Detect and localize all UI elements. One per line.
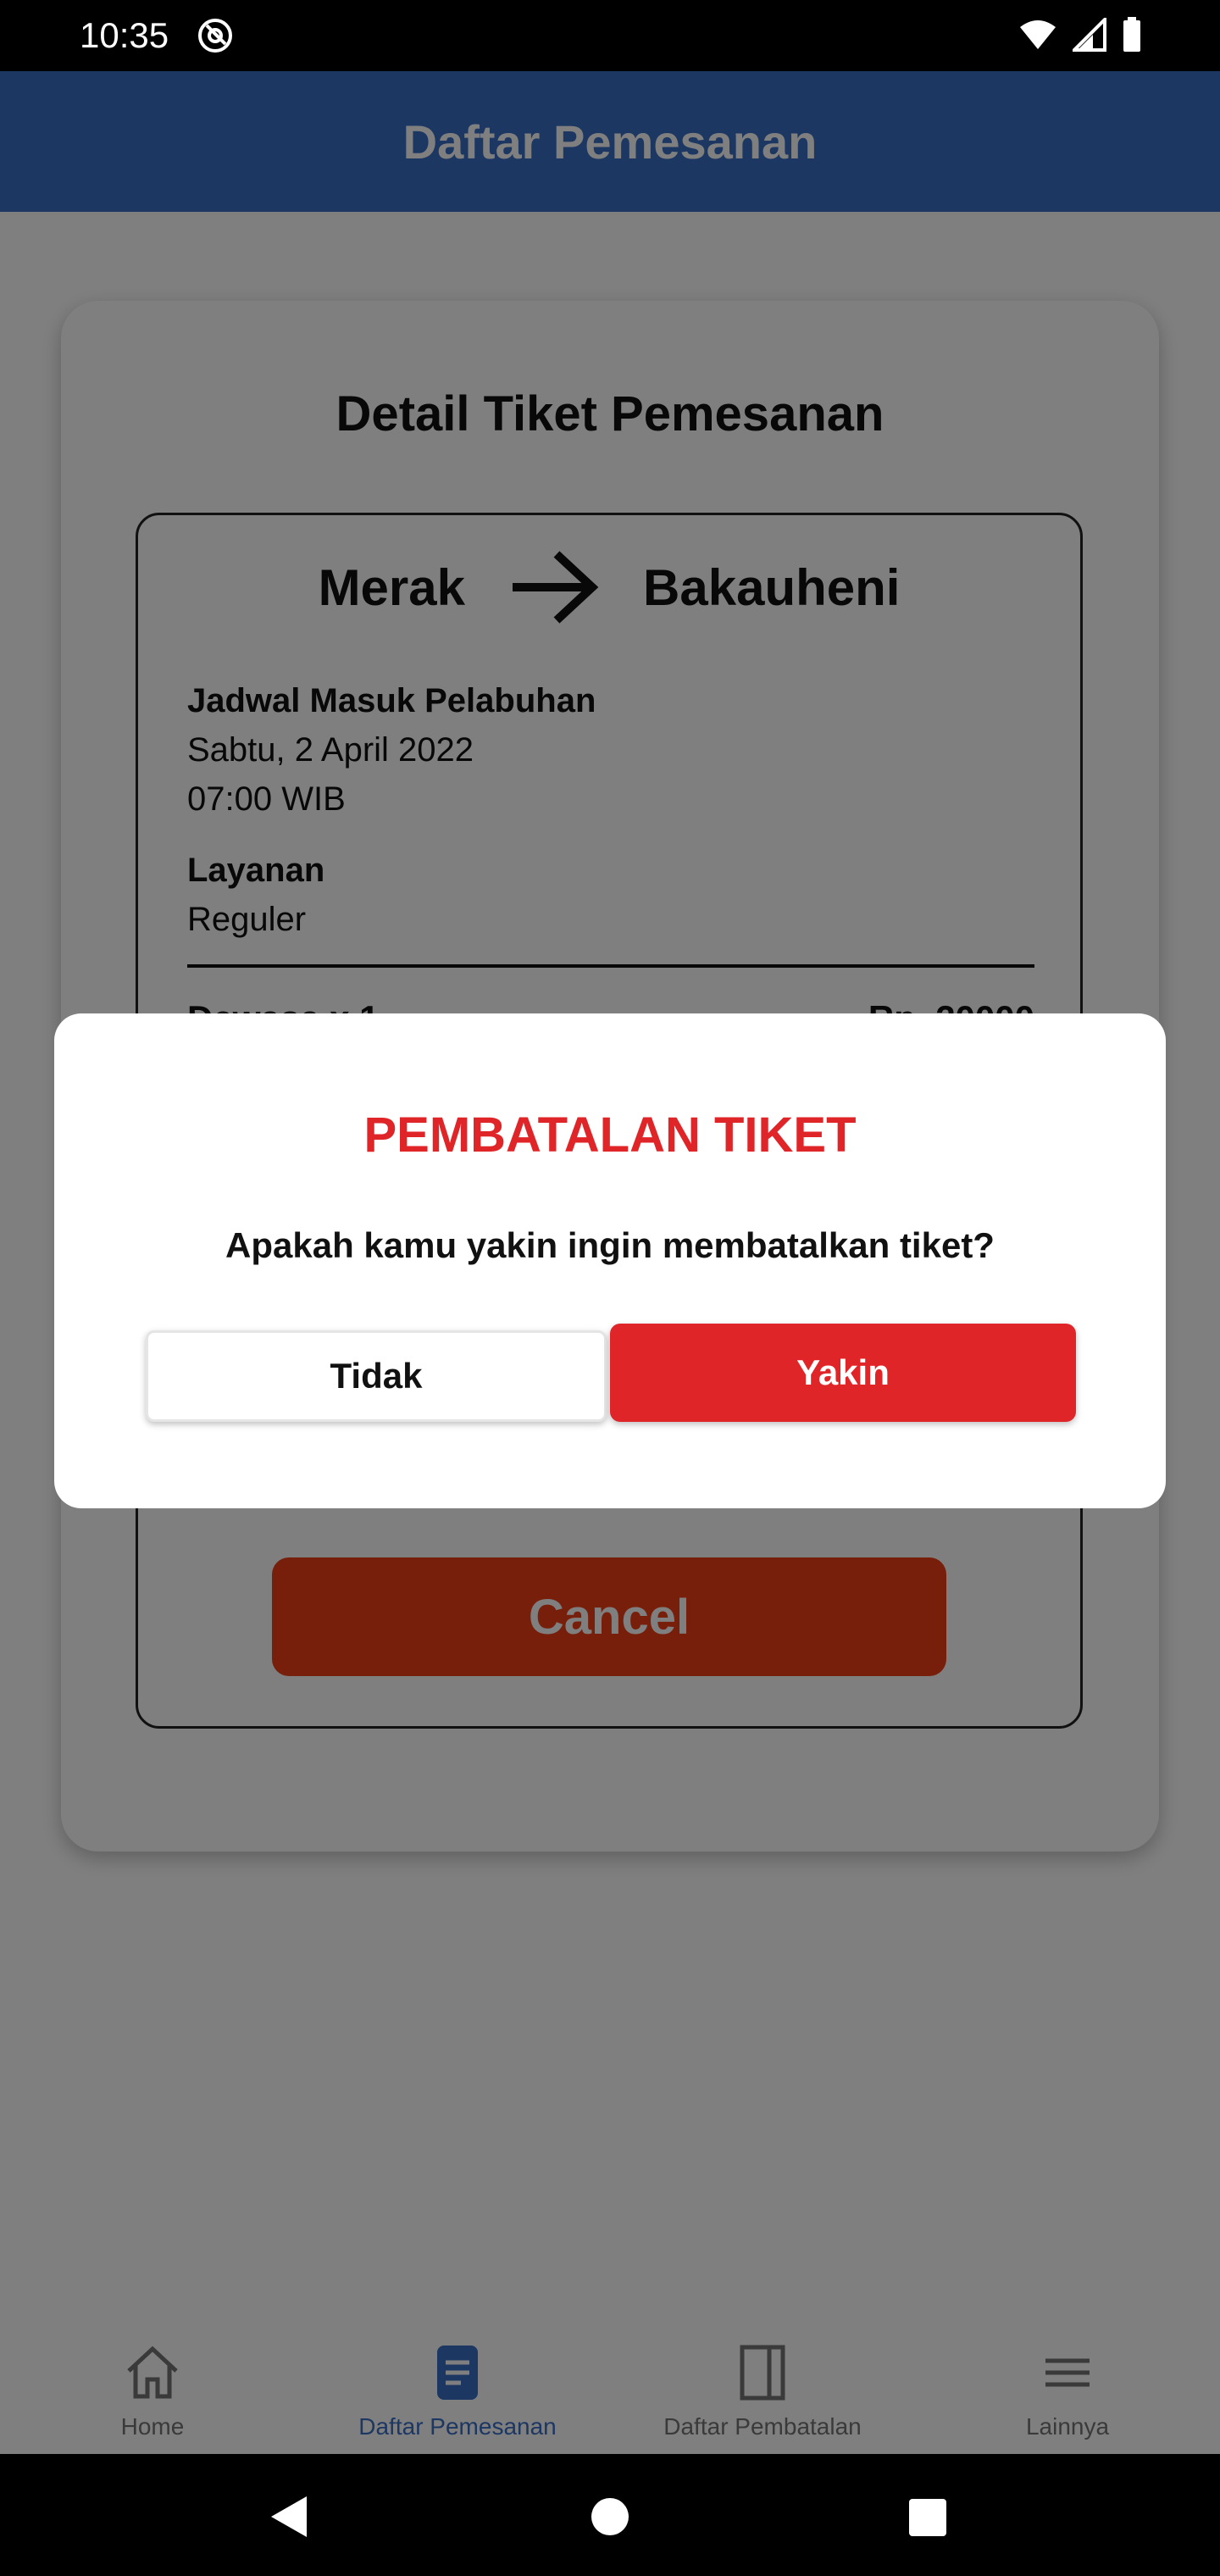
battery-icon xyxy=(1123,17,1140,52)
tidak-button[interactable]: Tidak xyxy=(146,1330,607,1422)
status-icons xyxy=(1018,17,1142,53)
dialog-title: PEMBATALAN TIKET xyxy=(363,1108,857,1163)
back-icon[interactable] xyxy=(268,2495,310,2539)
status-bar: 10:35 xyxy=(0,0,1220,71)
at-sign-icon xyxy=(198,19,232,53)
signal-icon xyxy=(1073,18,1106,52)
home-circle-icon[interactable] xyxy=(590,2496,630,2537)
system-nav-bar xyxy=(0,2454,1220,2576)
wifi-icon xyxy=(1020,20,1056,49)
yakin-button[interactable]: Yakin xyxy=(610,1324,1076,1422)
status-time: 10:35 xyxy=(80,15,169,55)
recents-icon[interactable] xyxy=(908,2498,947,2537)
cancel-confirmation-dialog: PEMBATALAN TIKET Apakah kamu yakin ingin… xyxy=(54,1013,1166,1508)
dialog-message: Apakah kamu yakin ingin membatalkan tike… xyxy=(225,1225,995,1265)
